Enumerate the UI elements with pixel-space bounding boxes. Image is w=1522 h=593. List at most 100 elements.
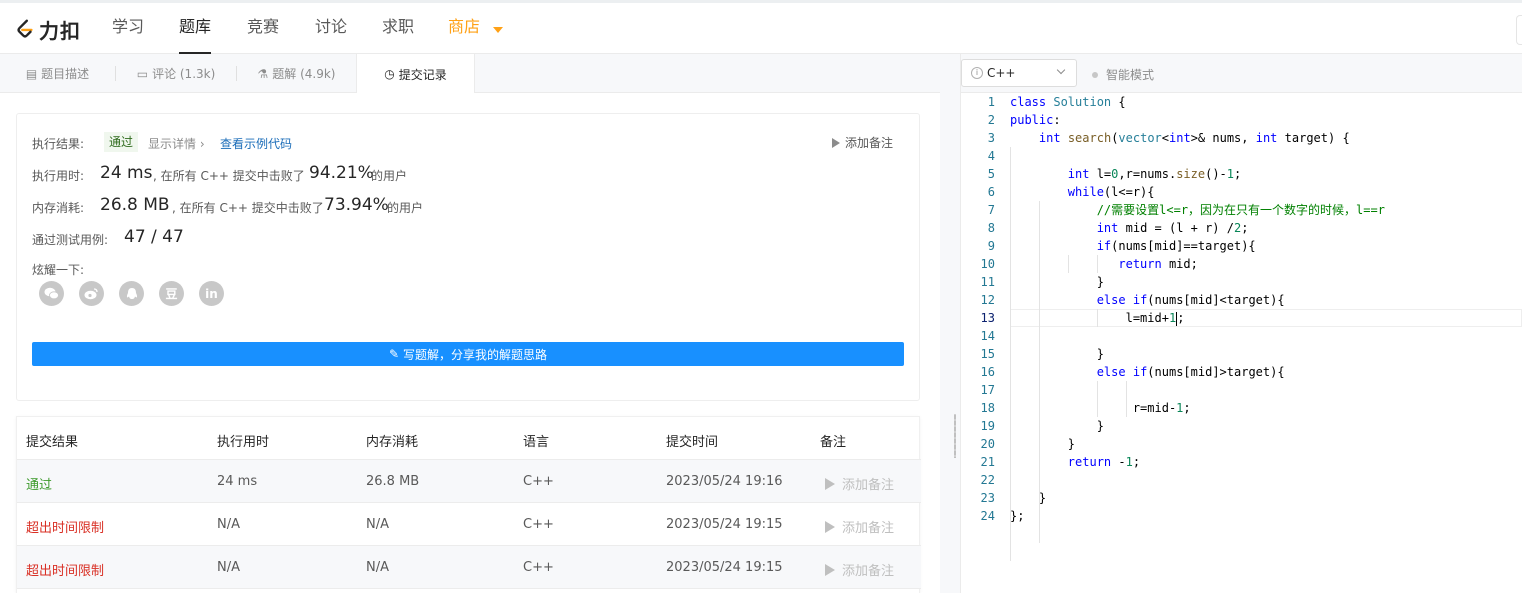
table-header: 提交结果 执行用时 内存消耗 语言 提交时间 备注: [17, 417, 921, 460]
code-line: }: [1010, 347, 1104, 361]
line-number: 10: [980, 257, 995, 271]
submission-content: 执行结果: 通过 显示详情 › 查看示例代码 添加备注 执行用时: 24 ms …: [0, 93, 940, 593]
submissions-table: 提交结果 执行用时 内存消耗 语言 提交时间 备注 通过 24 ms 26.8 …: [16, 416, 921, 593]
code-line: return mid;: [1118, 257, 1198, 271]
col-memory: 内存消耗: [366, 435, 419, 450]
line-number: 22: [980, 473, 995, 487]
result-cell[interactable]: 通过: [26, 474, 52, 493]
memory-text: , 在所有 C++ 提交中击败了: [172, 201, 324, 215]
tab-comments[interactable]: ▭ 评论 (1.3k): [116, 54, 236, 93]
code-line: int mid = (l + r) /2;: [1096, 221, 1249, 235]
add-note-button[interactable]: 添加备注: [825, 474, 894, 493]
result-card: 执行结果: 通过 显示详情 › 查看示例代码 添加备注 执行用时: 24 ms …: [16, 113, 920, 401]
table-row[interactable]: 通过 24 ms 26.8 MB C++ 2023/05/24 19:16 添加…: [17, 460, 921, 503]
memory-cell: N/A: [366, 517, 389, 532]
line-number: 11: [980, 275, 995, 289]
language-cell: C++: [523, 560, 554, 575]
note-label: 添加备注: [842, 478, 895, 493]
line-number: 18: [980, 401, 995, 415]
line-number: 13: [980, 311, 995, 325]
note-label: 添加备注: [842, 521, 895, 536]
tab-label: 评论 (1.3k): [152, 67, 216, 81]
code-line: while(l<=r){: [1067, 185, 1155, 199]
nav-jobs[interactable]: 求职: [382, 3, 414, 54]
douban-glyph: 豆: [165, 287, 178, 301]
flag-icon: [825, 520, 835, 533]
logo-text: 力扣: [39, 18, 81, 43]
nav-problems[interactable]: 题库: [179, 3, 212, 54]
runtime-cell: N/A: [217, 517, 240, 532]
tab-description[interactable]: ▤ 题目描述: [0, 54, 115, 93]
line-number: 4: [987, 149, 995, 163]
language-cell: C++: [523, 517, 554, 532]
show-details-link[interactable]: 显示详情 ›: [148, 135, 205, 152]
editor-toolbar: i C++ 智能模式: [961, 54, 1522, 93]
runtime-percent: 94.21%: [309, 163, 374, 183]
line-number: 7: [987, 203, 995, 217]
result-cell[interactable]: 超出时间限制: [26, 517, 104, 536]
status-badge: 通过: [104, 132, 139, 152]
tab-label: 题目描述: [41, 67, 90, 81]
col-result: 提交结果: [26, 435, 79, 450]
leetcode-logo[interactable]: 力扣: [14, 17, 81, 43]
code-line: public:: [1010, 113, 1061, 127]
code-line: };: [1010, 509, 1025, 523]
line-number-gutter: 1 2 3 4 5 6 7 8 9 10 11 12 13 14 15 16 17 18 19 20 21 22 23 24: [961, 93, 997, 593]
tab-solutions[interactable]: ⚗ 题解 (4.9k): [237, 54, 356, 93]
code-line: if(nums[mid]==target){: [1096, 239, 1256, 253]
dot-icon: [1092, 71, 1098, 78]
left-panel: ▤ 题目描述 ▭ 评论 (1.3k) ⚗ 题解 (4.9k) ◷ 提交记录 执行…: [0, 54, 940, 593]
chevron-down-icon: [1056, 65, 1066, 75]
user-menu-edge[interactable]: [1516, 15, 1522, 45]
wechat-icon[interactable]: [39, 281, 64, 306]
note-label: 添加备注: [842, 564, 895, 579]
nav-study[interactable]: 学习: [112, 3, 144, 54]
time-cell: 2023/05/24 19:15: [666, 560, 783, 575]
runtime-cell: N/A: [217, 560, 240, 575]
add-note-button[interactable]: 添加备注: [825, 517, 894, 536]
line-number: 15: [980, 347, 995, 361]
doc-icon: ▤: [25, 66, 38, 81]
caret-down-icon[interactable]: [493, 27, 503, 33]
language-select[interactable]: i C++: [961, 59, 1077, 87]
line-number: 20: [980, 437, 995, 451]
memory-cell: N/A: [366, 560, 389, 575]
linkedin-icon[interactable]: in: [199, 281, 224, 306]
flag-icon: [825, 477, 835, 490]
table-row[interactable]: 超出时间限制 N/A N/A C++ 2023/05/24 19:15 添加备注: [17, 503, 921, 546]
nav-contest[interactable]: 竞赛: [247, 3, 279, 54]
info-icon: i: [971, 67, 983, 79]
weibo-icon[interactable]: [79, 281, 104, 306]
runtime-value: 24 ms: [100, 163, 153, 183]
line-number: 21: [980, 455, 995, 469]
write-solution-button[interactable]: ✎ 写题解，分享我的解题思路: [32, 342, 904, 366]
add-note-button[interactable]: 添加备注: [831, 134, 893, 151]
result-label: 执行结果:: [32, 137, 85, 151]
panel-splitter[interactable]: [940, 54, 961, 593]
drag-handle-icon[interactable]: [954, 414, 956, 458]
code-editor[interactable]: 1 2 3 4 5 6 7 8 9 10 11 12 13 14 15 16 17 18 19 20 21 22 23 24 …: [961, 93, 1522, 593]
flag-icon: [825, 563, 835, 576]
add-note-label: 添加备注: [844, 136, 893, 150]
result-cell[interactable]: 超出时间限制: [26, 560, 104, 579]
line-number: 24: [980, 509, 995, 523]
nav-store[interactable]: 商店: [448, 3, 480, 54]
nav-discuss[interactable]: 讨论: [315, 3, 347, 54]
qq-icon[interactable]: [119, 281, 144, 306]
add-note-button[interactable]: 添加备注: [825, 560, 894, 579]
tab-submissions[interactable]: ◷ 提交记录: [356, 54, 475, 94]
code-line: int l=0,r=nums.size()-1;: [1067, 167, 1242, 181]
linkedin-glyph: in: [205, 286, 218, 301]
code-line: l=mid+1;: [1010, 311, 1185, 326]
table-row[interactable]: 超出时间限制 N/A N/A C++ 2023/05/24 19:15 添加备注: [17, 546, 921, 589]
code-line: else if(nums[mid]>target){: [1096, 365, 1285, 379]
douban-icon[interactable]: 豆: [159, 281, 184, 306]
share-icons: 豆 in: [39, 281, 239, 306]
smart-mode-toggle[interactable]: 智能模式: [1092, 66, 1154, 83]
language-cell: C++: [523, 474, 554, 489]
memory-value: 26.8 MB: [100, 195, 170, 215]
code-line: }: [1010, 419, 1104, 433]
view-sample-code-link[interactable]: 查看示例代码: [220, 135, 292, 152]
memory-label: 内存消耗:: [32, 201, 85, 215]
problem-tabs: ▤ 题目描述 ▭ 评论 (1.3k) ⚗ 题解 (4.9k) ◷ 提交记录: [0, 54, 940, 94]
